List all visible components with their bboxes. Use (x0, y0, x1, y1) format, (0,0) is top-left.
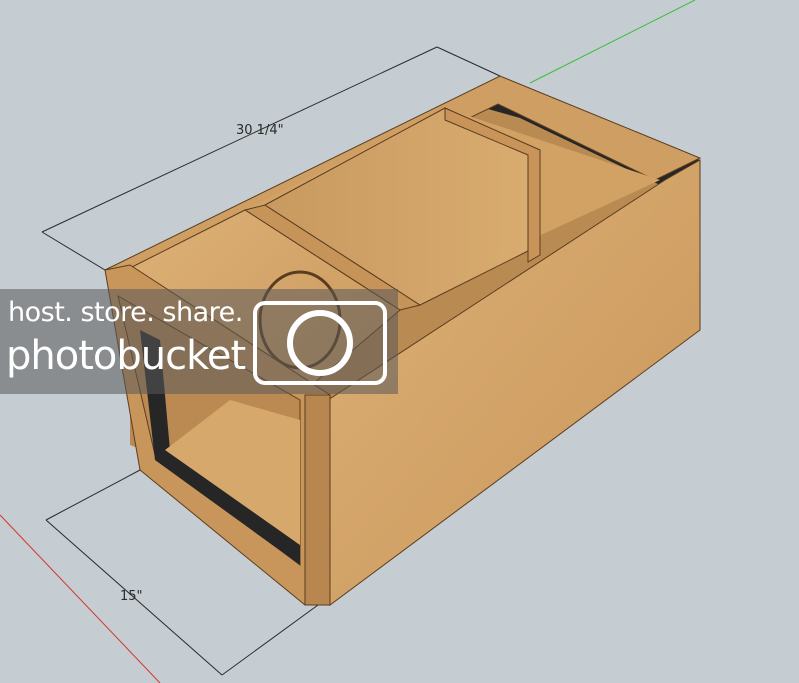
depth-dimension-label: 15" (120, 589, 143, 604)
length-extension-b (436, 46, 501, 77)
watermark-brand: photobucket (6, 333, 246, 379)
sketchup-viewport: 30 1/4" 15" host. store. share. photobuc… (0, 0, 799, 683)
camera-logo-icon (253, 301, 387, 385)
photobucket-watermark: host. store. share. photobucket (0, 289, 398, 394)
length-extension-a (41, 231, 106, 271)
length-dimension-label: 30 1/4" (236, 123, 284, 138)
watermark-tagline: host. store. share. (8, 297, 243, 328)
green-axis-line (529, 0, 696, 84)
front-edge (304, 394, 331, 606)
depth-extension-b (221, 604, 319, 676)
depth-extension-a (45, 469, 141, 521)
